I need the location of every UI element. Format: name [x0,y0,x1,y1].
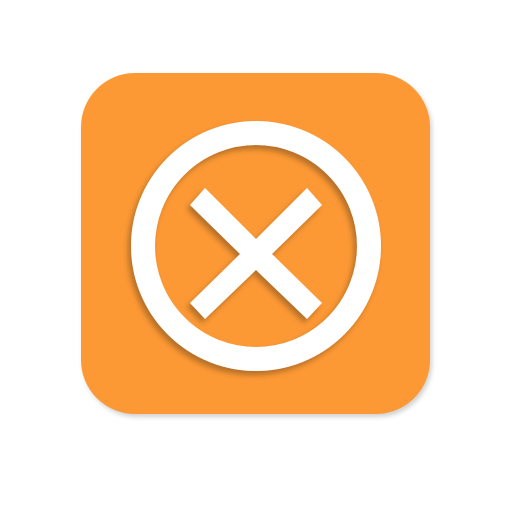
icon-canvas [0,0,512,512]
app-icon-tile[interactable] [81,73,430,414]
